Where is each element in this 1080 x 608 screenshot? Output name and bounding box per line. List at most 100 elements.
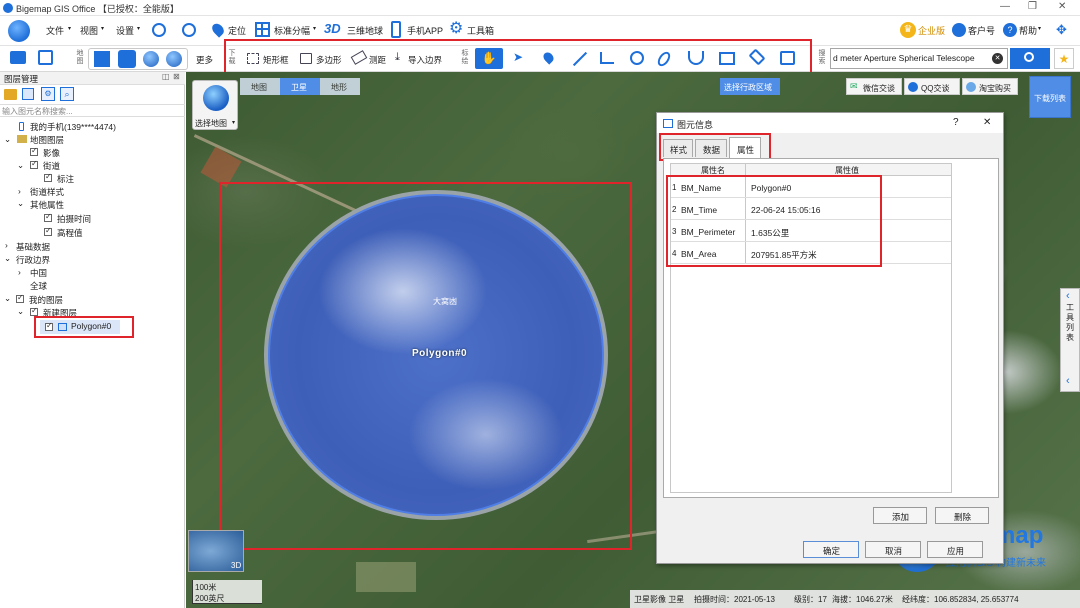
tree-item-elevation[interactable]: 高程值 [57, 227, 83, 239]
window-title: Bigemap GIS Office 【已授权：全能版】 [16, 4, 179, 14]
tool-list-collapse-icon[interactable]: ‹ [1066, 290, 1070, 302]
expand-street-style-icon[interactable]: › [18, 186, 21, 196]
tree-item-other-props[interactable]: 其他属性 [30, 199, 64, 211]
map-type-tab-satellite[interactable]: 卫星 [280, 78, 320, 95]
map-type-tab-terrain[interactable]: 地形 [320, 78, 360, 95]
menu-locate[interactable]: 定位 [228, 24, 246, 37]
my-layers-checkbox[interactable] [16, 293, 24, 303]
download-list-label: 下载列表 [1034, 94, 1066, 103]
tree-item-capture-time[interactable]: 拍摄时间 [57, 213, 91, 225]
search-button[interactable] [1010, 48, 1050, 69]
panel-close-icon[interactable]: ⊠ [173, 72, 180, 81]
download-list-button[interactable]: 下载列表 [1029, 76, 1071, 118]
taobao-button[interactable]: 淘宝购买 [962, 78, 1018, 95]
layer-search-placeholder: 输入图元名称搜索... [2, 107, 73, 116]
tree-item-china[interactable]: 中国 [30, 267, 47, 279]
tree-item-my-layers[interactable]: 我的图层 [29, 294, 63, 306]
elevation-checkbox[interactable] [44, 226, 52, 236]
restore-icon[interactable]: ❐ [1028, 1, 1037, 12]
layer-save-icon[interactable] [22, 88, 34, 100]
imagery-checkbox[interactable] [30, 146, 38, 156]
tree-item-phone[interactable]: 我的手机(139****4474) [30, 121, 116, 133]
minimap[interactable]: 3D [188, 530, 244, 572]
favorite-star-icon[interactable]: ★ [1054, 48, 1074, 69]
dialog-help-icon[interactable]: ? [953, 117, 959, 128]
minimize-icon[interactable]: — [1000, 1, 1010, 12]
apply-button[interactable]: 应用 [927, 541, 983, 558]
select-region-button[interactable]: 选择行政区域 [720, 78, 780, 95]
add-attribute-button[interactable]: 添加 [873, 507, 927, 524]
cancel-button[interactable]: 取消 [865, 541, 921, 558]
toolbox-gear-icon[interactable]: ⚙ [449, 18, 463, 38]
delete-attribute-button[interactable]: 删除 [935, 507, 989, 524]
menu-3d-earth[interactable]: 三维地球 [347, 24, 383, 37]
menu-enterprise[interactable]: 企业版 [918, 24, 945, 37]
mobile-phone-icon[interactable] [391, 21, 401, 38]
app-menu-logo-icon[interactable] [8, 20, 30, 42]
customer-icon[interactable] [952, 23, 966, 37]
close-window-icon[interactable]: ✕ [1058, 1, 1066, 12]
expand-new-layer-icon[interactable]: ⌄ [17, 306, 24, 317]
open-folder-icon[interactable] [10, 51, 26, 64]
qq-button[interactable]: QQ交谈 [904, 78, 960, 95]
tree-item-imagery[interactable]: 影像 [43, 147, 60, 159]
minimap-3d-label[interactable]: 3D [231, 561, 241, 570]
tree-item-annotation[interactable]: 标注 [57, 173, 74, 185]
tool-highlight-frame [224, 39, 812, 74]
expand-china-icon[interactable]: › [18, 267, 21, 277]
search-input-text: d meter Aperture Spherical Telescope [833, 53, 975, 63]
menu-mobile-app[interactable]: 手机APP [407, 24, 443, 37]
menu-toolbox[interactable]: 工具箱 [467, 24, 494, 37]
zoom-in-icon[interactable] [152, 23, 166, 37]
tree-item-base-data[interactable]: 基础数据 [16, 241, 50, 253]
tool-list-expand-icon[interactable]: ‹ [1066, 375, 1070, 387]
locate-pin-icon[interactable] [209, 21, 227, 38]
expand-other-props-icon[interactable]: ⌄ [17, 198, 24, 209]
expand-my-layers-icon[interactable]: ⌄ [4, 293, 11, 304]
annotation-checkbox[interactable] [44, 172, 52, 182]
expand-map-layers-icon[interactable]: ⌄ [4, 134, 11, 145]
menu-file[interactable]: 文件 [46, 24, 64, 37]
help-icon[interactable]: ? [1003, 23, 1017, 37]
layer-open-icon[interactable] [4, 89, 17, 100]
menu-view[interactable]: 视图 [80, 24, 98, 37]
network-icon[interactable]: ✥ [1056, 22, 1067, 38]
menu-customer[interactable]: 客户号 [968, 24, 995, 37]
ok-button[interactable]: 确定 [803, 541, 859, 558]
tool-list-panel[interactable]: ‹ 工具列表 ‹ [1060, 288, 1080, 392]
save-icon[interactable] [38, 50, 53, 65]
menu-standard-tiles[interactable]: 标准分幅 [274, 24, 310, 37]
map-source-1-icon[interactable] [94, 51, 110, 67]
map-type-tab-map[interactable]: 地图 [240, 78, 280, 95]
tree-item-global[interactable]: 全球 [30, 280, 47, 292]
select-map-button[interactable]: 选择地图 ▾ [192, 80, 238, 130]
layer-search-icon[interactable]: ⌕ [60, 87, 74, 101]
tree-item-map-layers[interactable]: 地图图层 [30, 134, 64, 146]
tree-item-admin-boundary[interactable]: 行政边界 [16, 254, 50, 266]
zoom-out-icon[interactable] [182, 23, 196, 37]
enterprise-crown-icon[interactable]: ♛ [900, 22, 916, 38]
expand-admin-boundary-icon[interactable]: ⌄ [4, 253, 11, 264]
tree-item-street-style[interactable]: 街道样式 [30, 186, 64, 198]
layer-settings-icon[interactable]: ⚙ [41, 87, 55, 101]
menu-settings[interactable]: 设置 [116, 24, 134, 37]
expand-street-icon[interactable]: ⌄ [17, 160, 24, 171]
capture-time-checkbox[interactable] [44, 212, 52, 222]
more-maps-button[interactable]: 更多 [196, 54, 213, 66]
map-source-3-icon[interactable] [143, 51, 159, 67]
three-d-icon[interactable]: 3D [324, 21, 341, 36]
panel-pin-icon[interactable]: ◫ [162, 72, 170, 81]
layer-search-input[interactable]: 输入图元名称搜索... [0, 104, 185, 117]
grid-icon[interactable] [255, 22, 270, 37]
map-source-2-icon[interactable] [118, 50, 136, 68]
dialog-close-icon[interactable]: ✕ [983, 117, 991, 128]
search-input[interactable]: d meter Aperture Spherical Telescope [830, 48, 1008, 69]
wechat-button[interactable]: ✉ 微信交谈 [846, 78, 902, 95]
new-layer-checkbox[interactable] [30, 306, 38, 316]
street-checkbox[interactable] [30, 159, 38, 169]
tree-item-street[interactable]: 街道 [43, 160, 60, 172]
clear-search-icon[interactable]: ✕ [992, 53, 1003, 64]
map-source-4-icon[interactable] [166, 51, 182, 67]
expand-base-data-icon[interactable]: › [5, 240, 8, 250]
menu-help[interactable]: 帮助 [1019, 24, 1037, 37]
